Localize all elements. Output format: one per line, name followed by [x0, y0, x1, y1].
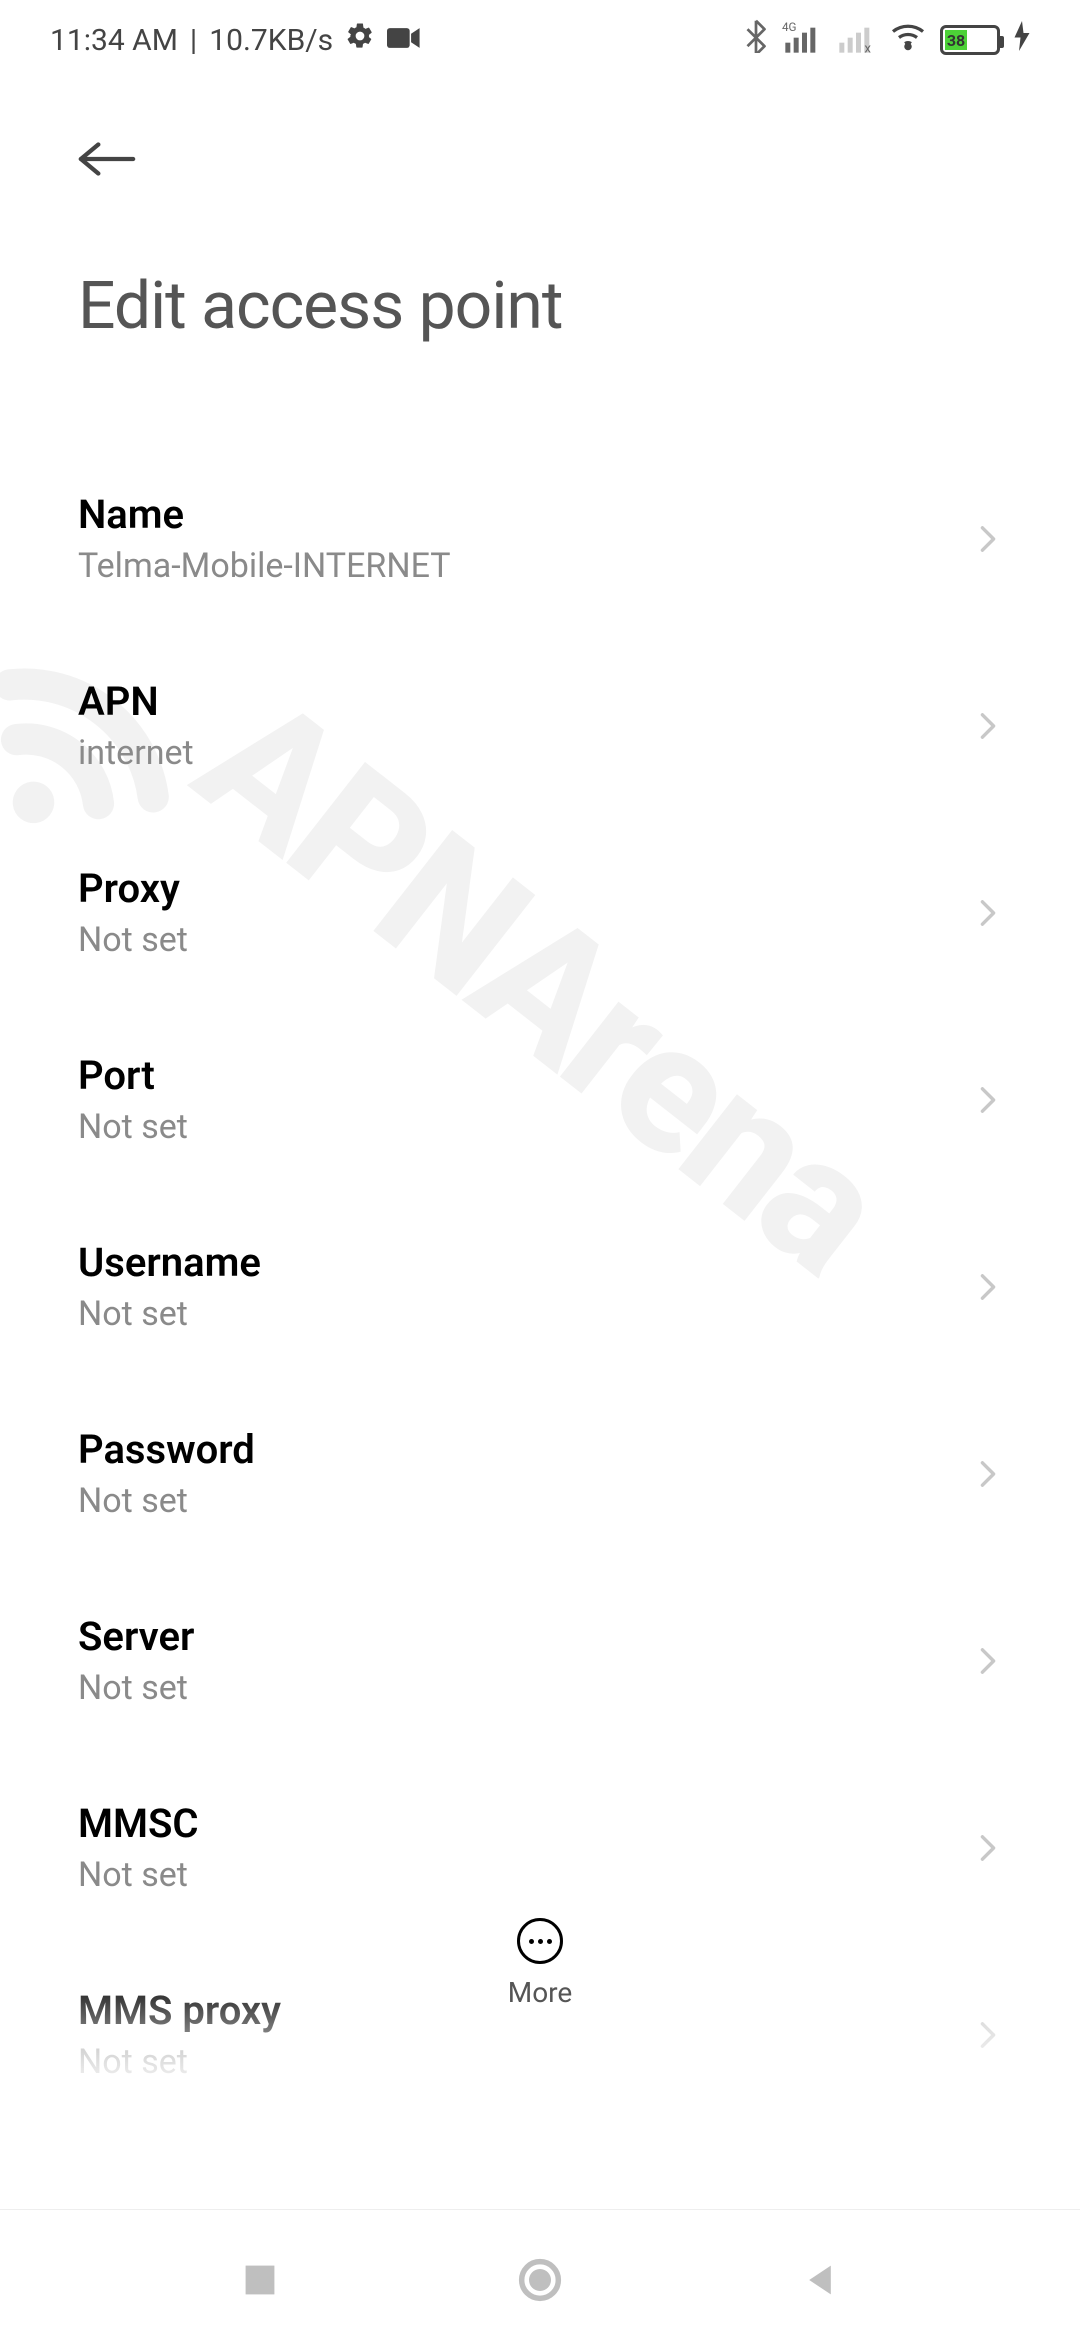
square-icon — [242, 2262, 278, 2298]
status-time: 11:34 AM — [50, 23, 178, 58]
item-value: Not set — [78, 1294, 261, 1334]
svg-text:4G: 4G — [782, 20, 797, 34]
chevron-right-icon — [974, 712, 1002, 740]
more-label: More — [508, 1976, 573, 2009]
item-label: APN — [78, 678, 194, 725]
back-button[interactable] — [78, 130, 136, 188]
nav-recent-button[interactable] — [236, 2256, 284, 2304]
item-value: Not set — [78, 1855, 199, 1895]
item-value: internet — [78, 733, 194, 773]
chevron-right-icon — [974, 1460, 1002, 1488]
item-server[interactable]: Server Not set — [78, 1577, 1002, 1744]
battery-percent: 38 — [945, 30, 967, 50]
item-value: Not set — [78, 1668, 194, 1708]
bottom-action-bar: More — [0, 1918, 1080, 2009]
chevron-right-icon — [974, 899, 1002, 927]
item-label: Password — [78, 1426, 255, 1473]
item-proxy[interactable]: Proxy Not set — [78, 829, 1002, 996]
circle-icon — [518, 2258, 562, 2302]
chevron-right-icon — [974, 1834, 1002, 1862]
status-right: 4G x 38 — [744, 19, 1030, 61]
wifi-icon — [890, 21, 926, 59]
item-password[interactable]: Password Not set — [78, 1390, 1002, 1557]
signal-4g-icon: 4G — [782, 19, 822, 61]
header: Edit access point — [0, 80, 1080, 355]
item-label: MMSC — [78, 1800, 199, 1847]
item-label: Username — [78, 1239, 261, 1286]
battery-icon: 38 — [940, 25, 1000, 55]
item-username[interactable]: Username Not set — [78, 1203, 1002, 1370]
arrow-left-icon — [78, 139, 136, 179]
more-button[interactable]: More — [508, 1918, 573, 2009]
item-name[interactable]: Name Telma-Mobile-INTERNET — [78, 455, 1002, 622]
charging-icon — [1014, 21, 1030, 59]
system-navbar — [0, 2209, 1080, 2340]
page-title: Edit access point — [78, 268, 1002, 345]
chevron-right-icon — [974, 2021, 1002, 2049]
item-label: Name — [78, 491, 451, 538]
item-label: Proxy — [78, 865, 188, 912]
status-left: 11:34 AM | 10.7KB/s — [50, 21, 421, 59]
status-separator: | — [190, 23, 197, 58]
item-mmsc[interactable]: MMSC Not set — [78, 1764, 1002, 1931]
camera-icon — [387, 23, 421, 58]
chevron-right-icon — [974, 1086, 1002, 1114]
item-value: Not set — [78, 1107, 188, 1147]
item-value: Not set — [78, 2042, 281, 2082]
chevron-right-icon — [974, 1647, 1002, 1675]
bluetooth-icon — [744, 19, 768, 61]
nav-home-button[interactable] — [516, 2256, 564, 2304]
item-label: Server — [78, 1613, 194, 1660]
nav-back-button[interactable] — [796, 2256, 844, 2304]
item-value: Telma-Mobile-INTERNET — [78, 546, 451, 586]
chevron-right-icon — [974, 1273, 1002, 1301]
chevron-right-icon — [974, 525, 1002, 553]
item-label: Port — [78, 1052, 188, 1099]
svg-text:x: x — [864, 42, 871, 53]
more-icon — [517, 1918, 563, 1964]
status-bar: 11:34 AM | 10.7KB/s 4G x 38 — [0, 0, 1080, 80]
item-value: Not set — [78, 920, 188, 960]
gear-icon — [345, 21, 375, 59]
signal-weak-icon: x — [836, 19, 876, 61]
triangle-left-icon — [802, 2262, 838, 2298]
settings-list: Name Telma-Mobile-INTERNET APN internet … — [0, 455, 1080, 2118]
item-value: Not set — [78, 1481, 255, 1521]
item-apn[interactable]: APN internet — [78, 642, 1002, 809]
item-port[interactable]: Port Not set — [78, 1016, 1002, 1183]
status-speed: 10.7KB/s — [209, 23, 333, 58]
